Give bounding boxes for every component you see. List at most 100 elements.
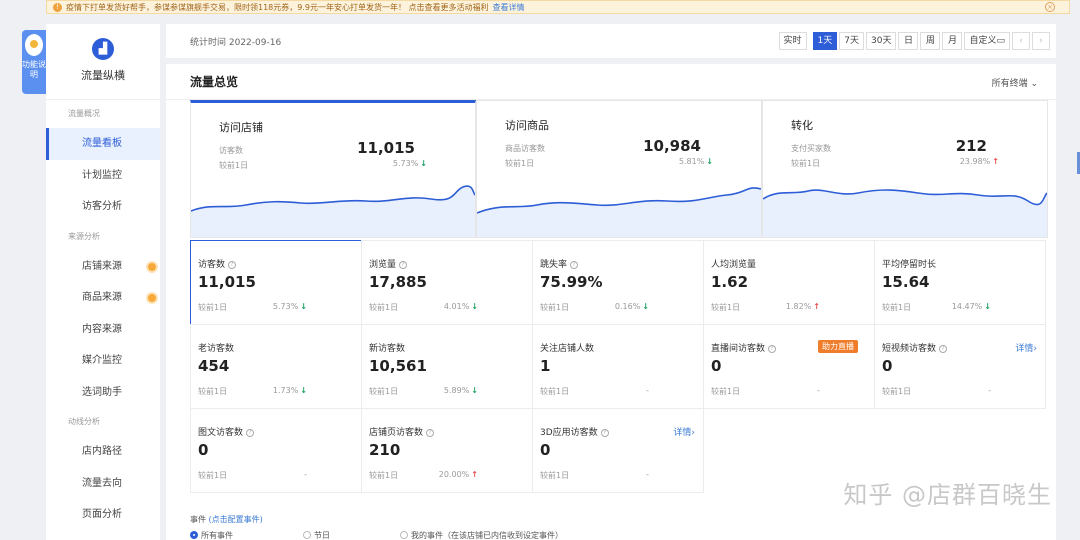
sidebar: ▟ 流量纵横 流量概况 流量看板 计划监控 访客分析 来源分析 店铺来源 商品来… — [46, 24, 160, 540]
period-switcher: 实时 1天 7天 30天 日 周 月 自定义▭ ‹ › — [778, 32, 1050, 50]
sidebar-item-label: 商品来源 — [82, 292, 122, 303]
card-name: 访问商品 — [505, 119, 549, 132]
configure-events-link[interactable]: (点击配置事件) — [209, 515, 263, 524]
help-icon[interactable]: ? — [768, 345, 777, 353]
arrow-down-icon: ↓ — [420, 159, 427, 168]
metric-bounce-rate[interactable]: 跳失率? 75.99% 较前1日 0.16% ↓ — [532, 240, 704, 325]
help-icon[interactable]: ? — [228, 261, 237, 269]
metric-new-visitors[interactable]: 新访客数 10,561 较前1日 5.89% ↓ — [361, 324, 533, 409]
metric-compare: 较前1日 — [369, 387, 399, 396]
stat-time: 统计时间 2022-09-16 — [190, 37, 282, 48]
radio-my-events[interactable]: 我的事件（在该店铺已内信收到设定事件） — [400, 530, 563, 540]
help-icon[interactable]: ? — [426, 429, 435, 437]
metric-visitors[interactable]: 访客数? 11,015 较前1日 5.73% ↓ — [190, 240, 362, 325]
sidebar-item-keyword-helper[interactable]: 选词助手 — [46, 377, 160, 409]
metric-compare: 较前1日 — [882, 387, 912, 396]
metric-label: 直播间访客数? — [711, 341, 777, 354]
arrow-down-icon: ↓ — [642, 302, 649, 311]
period-day[interactable]: 日 — [898, 32, 919, 50]
detail-link[interactable]: 详情› — [673, 425, 695, 438]
metric-live-visitors[interactable]: 直播间访客数? 助力直播 0 较前1日 - — [703, 324, 875, 409]
metric-value: 15.64 — [882, 273, 930, 291]
detail-link[interactable]: 详情› — [1015, 341, 1037, 354]
next-arrow-icon[interactable]: › — [1032, 32, 1050, 50]
help-icon[interactable]: ? — [246, 429, 255, 437]
new-dot-icon — [148, 294, 156, 302]
metric-label-text: 3D应用访客数 — [540, 428, 598, 438]
metric-compare: 较前1日 — [198, 471, 228, 480]
period-month[interactable]: 月 — [942, 32, 963, 50]
sidebar-item-traffic-board[interactable]: 流量看板 — [46, 128, 160, 160]
help-button[interactable]: 功能说明 — [22, 30, 46, 94]
metric-3d-visitors[interactable]: 3D应用访客数? 详情› 0 较前1日 - — [532, 408, 704, 493]
help-icon[interactable]: ? — [600, 429, 609, 437]
metric-compare: 较前1日 — [540, 387, 570, 396]
terminal-select[interactable]: 所有终端 ⌄ — [992, 76, 1038, 89]
prev-arrow-icon[interactable]: ‹ — [1012, 32, 1030, 50]
card-visit-shop[interactable]: 访问店铺 访客数 11,015 较前1日 5.73% ↓ — [190, 100, 476, 238]
chevron-right-icon: › — [691, 428, 695, 438]
notice-link[interactable]: 查看详情 — [493, 2, 525, 13]
period-30day[interactable]: 30天 — [866, 32, 897, 50]
period-week[interactable]: 周 — [920, 32, 941, 50]
detail-link-label: 详情 — [673, 428, 692, 438]
help-label: 功能说明 — [22, 60, 46, 79]
arrow-down-icon: ↓ — [300, 386, 307, 395]
new-dot-icon — [148, 262, 156, 271]
radio-all-events[interactable]: 所有事件 — [190, 530, 233, 540]
sidebar-item-visitor-analysis[interactable]: 访客分析 — [46, 191, 160, 223]
period-custom-label: 自定义 — [969, 36, 997, 46]
metric-short-video-visitors[interactable]: 短视频访客数? 详情› 0 较前1日 - — [874, 324, 1046, 409]
traffic-overview-panel: 流量总览 所有终端 ⌄ 访问店铺 访客数 11,015 较前1日 5.73% ↓ … — [166, 64, 1056, 540]
arrow-down-icon: ↓ — [300, 302, 307, 311]
sidebar-item-media-monitor[interactable]: 媒介监控 — [46, 345, 160, 377]
help-icon[interactable]: ? — [570, 261, 579, 269]
metric-label-text: 店铺页访客数 — [369, 428, 424, 438]
card-value: 212 — [955, 137, 987, 155]
card-sub: 支付买家数 — [791, 144, 831, 153]
metric-shop-page-visitors[interactable]: 店铺页访客数? 210 较前1日 20.00% ↑ — [361, 408, 533, 493]
card-compare: 较前1日 — [505, 159, 535, 168]
metric-compare: 较前1日 — [198, 387, 228, 396]
metric-article-visitors[interactable]: 图文访客数? 0 较前1日 - — [190, 408, 362, 493]
metric-pct-value: 14.47% — [951, 302, 983, 311]
period-custom[interactable]: 自定义▭ — [964, 32, 1010, 50]
card-conversion[interactable]: 转化 支付买家数 212 较前1日 23.98% ↑ — [762, 100, 1048, 238]
sidebar-item-page-analysis[interactable]: 页面分析 — [46, 499, 160, 531]
metric-avg-stay[interactable]: 平均停留时长 15.64 较前1日 14.47% ↓ — [874, 240, 1046, 325]
metric-pct: - — [817, 386, 820, 395]
help-icon[interactable]: ? — [939, 345, 948, 353]
chart-icon: ▟ — [92, 38, 114, 60]
card-name: 访问店铺 — [219, 121, 263, 134]
metric-pct: - — [988, 386, 991, 395]
metric-pageviews[interactable]: 浏览量? 17,885 较前1日 4.01% ↓ — [361, 240, 533, 325]
terminal-label: 所有终端 — [991, 79, 1028, 89]
live-boost-badge[interactable]: 助力直播 — [818, 340, 858, 353]
arrow-down-icon: ↓ — [706, 157, 713, 166]
metric-shop-followers[interactable]: 关注店铺人数 1 较前1日 - — [532, 324, 704, 409]
funnel-cards: 访问店铺 访客数 11,015 较前1日 5.73% ↓ 访问商品 商品访客数 1… — [190, 100, 1048, 238]
period-7day[interactable]: 7天 — [839, 32, 865, 50]
sidebar-item-traffic-flow[interactable]: 流量去向 — [46, 468, 160, 500]
metric-avg-pageviews[interactable]: 人均浏览量 1.62 较前1日 1.82% ↑ — [703, 240, 875, 325]
sidebar-item-plan-monitor[interactable]: 计划监控 — [46, 160, 160, 192]
period-1day[interactable]: 1天 — [812, 32, 838, 50]
radio-icon — [400, 531, 408, 539]
radio-holiday[interactable]: 节日 — [303, 530, 330, 540]
sidebar-item-shop-source[interactable]: 店铺来源 — [46, 251, 160, 283]
close-icon[interactable]: × — [1045, 2, 1055, 12]
sidebar-item-product-source[interactable]: 商品来源 — [46, 282, 160, 314]
metric-label: 跳失率? — [540, 257, 579, 270]
metric-value: 0 — [198, 441, 209, 459]
arrow-down-icon: ↓ — [471, 386, 478, 395]
card-visit-product[interactable]: 访问商品 商品访客数 10,984 较前1日 5.81% ↓ — [476, 100, 762, 238]
period-realtime[interactable]: 实时 — [778, 32, 807, 50]
metric-returning-visitors[interactable]: 老访客数 454 较前1日 1.73% ↓ — [190, 324, 362, 409]
sidebar-item-content-source[interactable]: 内容来源 — [46, 314, 160, 346]
card-pct-value: 23.98% — [959, 157, 991, 166]
sidebar-item-store-path[interactable]: 店内路径 — [46, 436, 160, 468]
card-compare: 较前1日 — [219, 161, 249, 170]
card-sub: 访客数 — [219, 146, 243, 155]
help-icon[interactable]: ? — [399, 261, 408, 269]
card-pct: 5.81% ↓ — [679, 157, 713, 166]
